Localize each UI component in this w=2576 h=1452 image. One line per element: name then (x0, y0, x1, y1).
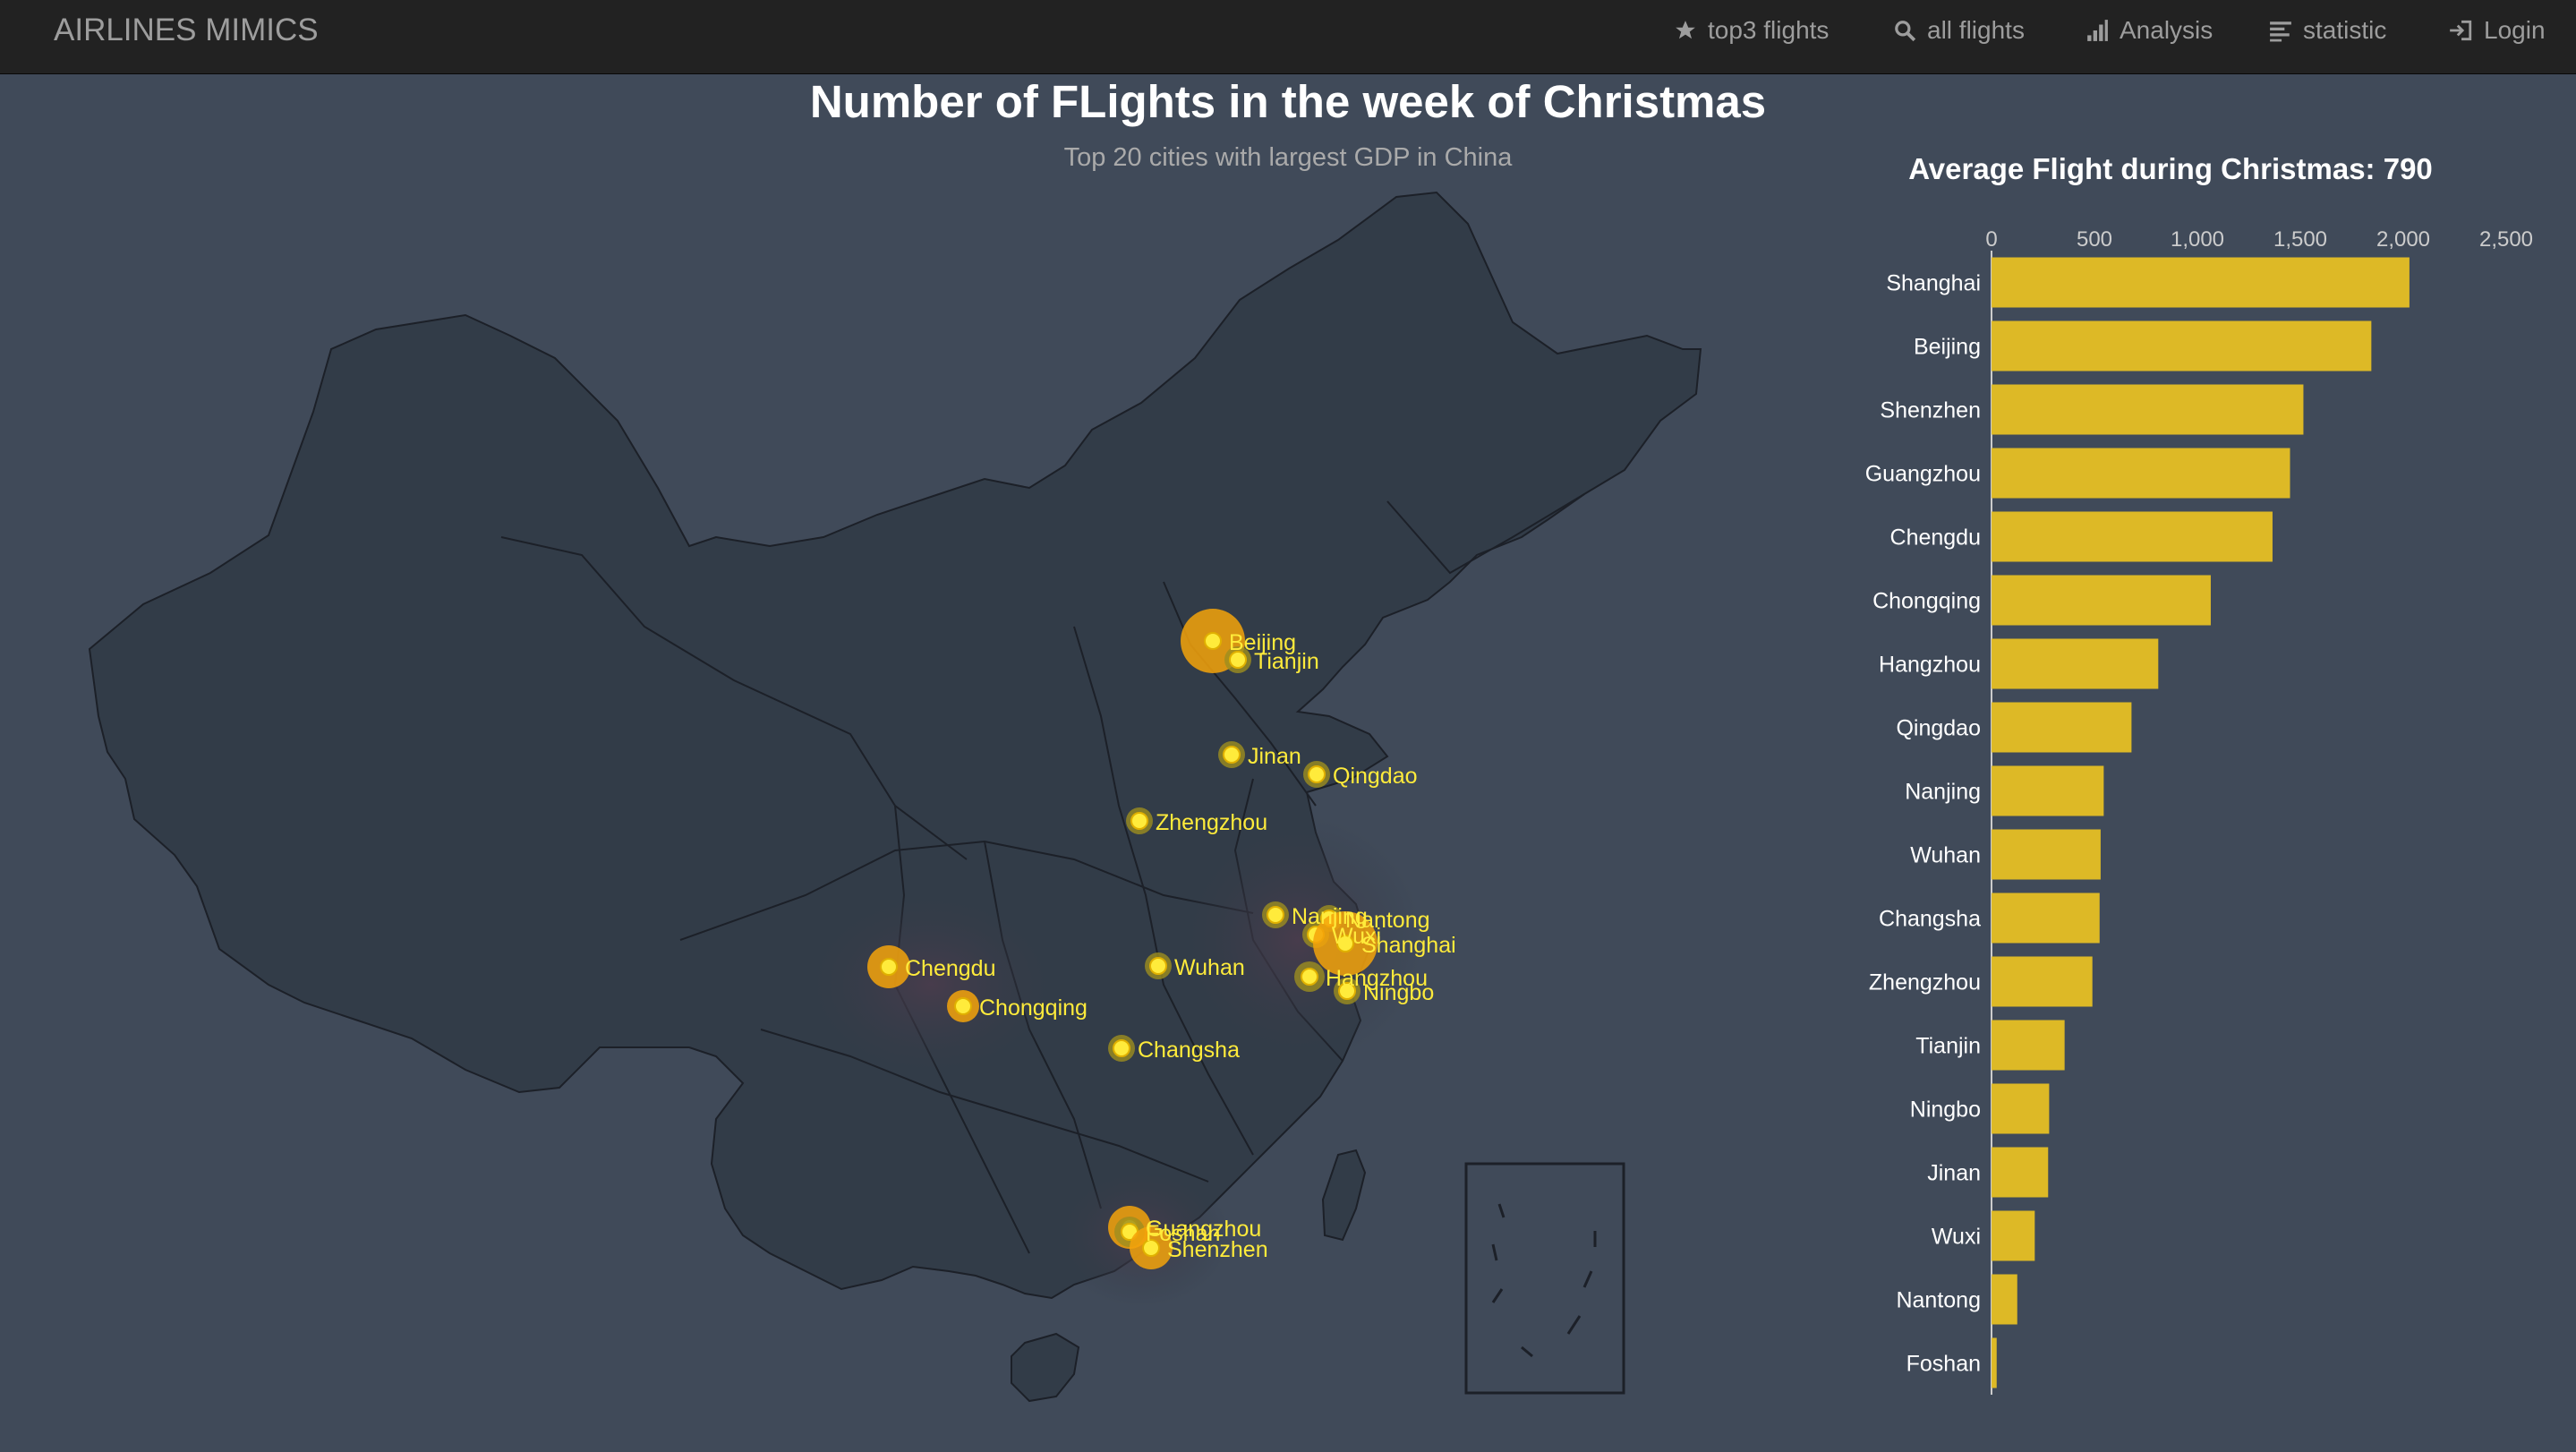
search-icon (1895, 21, 1916, 42)
city-point-nanjing[interactable] (1267, 906, 1284, 924)
west-glow (797, 886, 1065, 1083)
y-tick-label: Guangzhou (1865, 462, 1981, 487)
x-tick-label: 1,500 (2273, 227, 2327, 252)
city-label-ningbo: Ningbo (1363, 980, 1434, 1005)
bar-foshan[interactable] (1992, 1337, 1997, 1388)
city-point-chongqing[interactable] (954, 997, 972, 1015)
y-tick-label: Chengdu (1890, 525, 1981, 551)
bar-shenzhen[interactable] (1992, 384, 2304, 435)
nav-label: statistic (2303, 16, 2387, 44)
y-tick-label: Tianjin (1915, 1034, 1981, 1059)
y-tick-label: Nantong (1896, 1288, 1981, 1313)
x-tick-label: 0 (1985, 227, 1997, 252)
bar-hangzhou[interactable] (1992, 638, 2159, 689)
bar-changsha[interactable] (1992, 893, 2100, 944)
y-tick-label: Nanjing (1905, 780, 1981, 805)
south-china-sea-dashes (1491, 1203, 1597, 1358)
city-point-hangzhou[interactable] (1301, 968, 1318, 986)
city-label-changsha: Changsha (1138, 1038, 1240, 1063)
y-tick-label: Jinan (1927, 1161, 1981, 1186)
south-china-sea-inset (1464, 1162, 1625, 1395)
y-tick-label: Shenzhen (1880, 398, 1981, 423)
bar-chengdu[interactable] (1992, 511, 2273, 562)
city-point-wuhan[interactable] (1149, 957, 1167, 975)
city-label-tianjin: Tianjin (1254, 649, 1319, 674)
y-tick-label: Wuxi (1932, 1225, 1981, 1250)
city-label-wuhan: Wuhan (1174, 955, 1245, 980)
y-tick-label: Changsha (1879, 907, 1981, 932)
taiwan-island-shape (1321, 1149, 1367, 1242)
signal-icon (2087, 20, 2108, 41)
bar-ningbo[interactable] (1992, 1083, 2050, 1134)
y-tick-label: Ningbo (1910, 1098, 1981, 1123)
bar-jinan[interactable] (1992, 1147, 2049, 1198)
bar-wuhan[interactable] (1992, 829, 2101, 880)
bar-chongqing[interactable] (1992, 575, 2211, 626)
x-tick-label: 2,000 (2376, 227, 2430, 252)
nav-login[interactable]: Login (2448, 0, 2546, 61)
city-label-jinan: Jinan (1248, 744, 1301, 769)
nav-all-flights[interactable]: all flights (1893, 0, 2025, 61)
city-point-zhengzhou[interactable] (1130, 812, 1148, 830)
y-tick-label: Hangzhou (1879, 653, 1981, 678)
nav-analysis[interactable]: Analysis (2086, 0, 2213, 61)
city-point-chengdu[interactable] (880, 958, 898, 976)
nav-label: Analysis (2120, 16, 2213, 44)
nav-label: all flights (1927, 16, 2025, 44)
bar-beijing[interactable] (1992, 320, 2372, 372)
bar-zhengzhou[interactable] (1992, 956, 2093, 1007)
city-point-jinan[interactable] (1223, 746, 1241, 764)
bar-wuxi[interactable] (1992, 1210, 2035, 1261)
china-map[interactable]: BeijingTianjinJinanQingdaoZhengzhouNanji… (0, 0, 1790, 1452)
bar-nantong[interactable] (1992, 1274, 2017, 1325)
bar-tianjin[interactable] (1992, 1020, 2065, 1071)
nav-label: Login (2484, 16, 2546, 44)
y-tick-label: Beijing (1914, 335, 1981, 360)
city-point-beijing[interactable] (1204, 632, 1222, 650)
x-tick-label: 2,500 (2479, 227, 2533, 252)
bar-qingdao[interactable] (1992, 702, 2132, 753)
y-tick-label: Chongqing (1872, 589, 1981, 614)
city-point-changsha[interactable] (1113, 1039, 1130, 1057)
x-tick-label: 1,000 (2171, 227, 2224, 252)
city-label-chongqing: Chongqing (979, 995, 1088, 1021)
y-tick-label: Foshan (1906, 1352, 1981, 1377)
city-label-shenzhen: Shenzhen (1167, 1237, 1268, 1262)
bar-nanjing[interactable] (1992, 765, 2104, 816)
y-tick-label: Wuhan (1910, 843, 1981, 868)
bar-chart-title: Average Flight during Christmas: 790 (1908, 152, 2433, 185)
nav-statistic[interactable]: statistic (2269, 0, 2386, 61)
y-tick-label: Zhengzhou (1869, 970, 1981, 995)
city-label-zhengzhou: Zhengzhou (1156, 810, 1267, 835)
y-tick-label: Shanghai (1886, 271, 1981, 296)
align-left-icon (2270, 21, 2291, 42)
bar-shanghai[interactable] (1992, 257, 2410, 308)
bar-guangzhou[interactable] (1992, 448, 2290, 499)
china-mainland-shape (88, 191, 1702, 1300)
log-in-icon (2450, 20, 2472, 41)
hainan-island-shape (1011, 1332, 1080, 1403)
y-tick-label: Qingdao (1896, 716, 1981, 741)
city-label-shanghai: Shanghai (1361, 933, 1456, 958)
x-tick-label: 500 (2077, 227, 2112, 252)
city-label-qingdao: Qingdao (1333, 764, 1418, 789)
city-label-chengdu: Chengdu (905, 956, 995, 981)
city-point-qingdao[interactable] (1308, 765, 1326, 783)
flights-bar-chart: 0 500 1,000 1,500 2,000 2,500 Shanghai Beijing S… (1865, 227, 2533, 1395)
